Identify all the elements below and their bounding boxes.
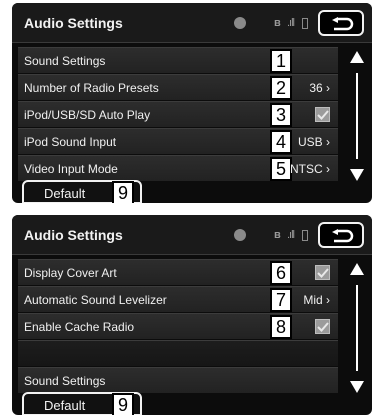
battery-icon (302, 18, 308, 29)
row-label: iPod/USB/SD Auto Play (24, 108, 151, 122)
row-label: Display Cover Art (24, 266, 117, 280)
row-video-input-mode[interactable]: Video Input Mode 5 NTSC › (18, 155, 338, 181)
row-display-cover-art[interactable]: Display Cover Art 6 (18, 259, 338, 285)
settings-list: Sound Settings 1 Number of Radio Presets… (18, 47, 338, 182)
row-label: Enable Cache Radio (24, 320, 135, 334)
bluetooth-icon: ʙ (274, 229, 281, 241)
phone-status-icon (234, 17, 246, 29)
row-label: Sound Settings (24, 374, 106, 388)
row-enable-cache-radio[interactable]: Enable Cache Radio 8 (18, 313, 338, 339)
settings-list: Display Cover Art 6 Automatic Sound Leve… (18, 259, 338, 394)
row-auto-play[interactable]: iPod/USB/SD Auto Play 3 (18, 101, 338, 127)
row-label: Sound Settings (24, 54, 106, 68)
callout-number: 1 (270, 49, 292, 73)
back-arrow-icon (332, 17, 354, 31)
row-automatic-sound-levelizer[interactable]: Automatic Sound Levelizer 7 Mid › (18, 286, 338, 312)
checkmark-icon (317, 322, 329, 332)
row-label: Number of Radio Presets (24, 81, 159, 95)
callout-number: 9 (112, 181, 134, 203)
screen-title: Audio Settings (24, 15, 123, 31)
scroll-track[interactable] (356, 285, 358, 371)
callout-number: 8 (270, 315, 292, 339)
scroll-up-icon[interactable] (350, 51, 364, 63)
row-label: Video Input Mode (24, 162, 118, 176)
checkbox[interactable] (315, 265, 330, 280)
title-bar: Audio Settings ʙ .ıll (12, 215, 372, 255)
back-button[interactable] (318, 10, 364, 36)
default-label: Default (44, 186, 86, 201)
callout-number: 9 (112, 393, 134, 415)
scrollbar[interactable] (348, 51, 366, 181)
audio-settings-screen-2: Audio Settings ʙ .ıll Display Cover Art … (12, 215, 372, 415)
row-value: 36 › (309, 81, 330, 95)
row-sound-settings[interactable]: Sound Settings 1 (18, 47, 338, 73)
signal-bars-icon: .ıll (287, 17, 295, 29)
row-value: NTSC › (290, 162, 330, 176)
row-empty (18, 340, 338, 366)
row-label: Automatic Sound Levelizer (24, 293, 167, 307)
default-label: Default (44, 398, 86, 413)
checkbox[interactable] (315, 107, 330, 122)
battery-icon (302, 230, 308, 241)
checkmark-icon (317, 268, 329, 278)
screen-title: Audio Settings (24, 227, 123, 243)
back-arrow-icon (332, 229, 354, 243)
scroll-down-icon[interactable] (350, 169, 364, 181)
row-sound-settings[interactable]: Sound Settings (18, 367, 338, 393)
bluetooth-icon: ʙ (274, 17, 281, 29)
row-label: iPod Sound Input (24, 135, 117, 149)
title-bar: Audio Settings ʙ .ıll (12, 3, 372, 43)
default-button[interactable]: Default 9 (22, 392, 142, 415)
callout-number: 2 (270, 76, 292, 100)
back-button[interactable] (318, 222, 364, 248)
scrollbar[interactable] (348, 263, 366, 393)
callout-number: 3 (270, 103, 292, 127)
scroll-up-icon[interactable] (350, 263, 364, 275)
row-value: USB › (297, 135, 330, 149)
phone-status-icon (234, 229, 246, 241)
signal-bars-icon: .ıll (287, 229, 295, 241)
callout-number: 7 (270, 288, 292, 312)
row-ipod-sound-input[interactable]: iPod Sound Input 4 USB › (18, 128, 338, 154)
callout-number: 5 (270, 157, 292, 181)
checkbox[interactable] (315, 319, 330, 334)
checkmark-icon (317, 110, 329, 120)
default-button[interactable]: Default 9 (22, 180, 142, 203)
callout-number: 6 (270, 261, 292, 285)
row-number-of-radio-presets[interactable]: Number of Radio Presets 2 36 › (18, 74, 338, 100)
callout-number: 4 (270, 130, 292, 154)
audio-settings-screen-1: Audio Settings ʙ .ıll Sound Settings 1 N… (12, 3, 372, 203)
row-value: Mid › (303, 293, 330, 307)
scroll-down-icon[interactable] (350, 381, 364, 393)
scroll-track[interactable] (356, 73, 358, 159)
